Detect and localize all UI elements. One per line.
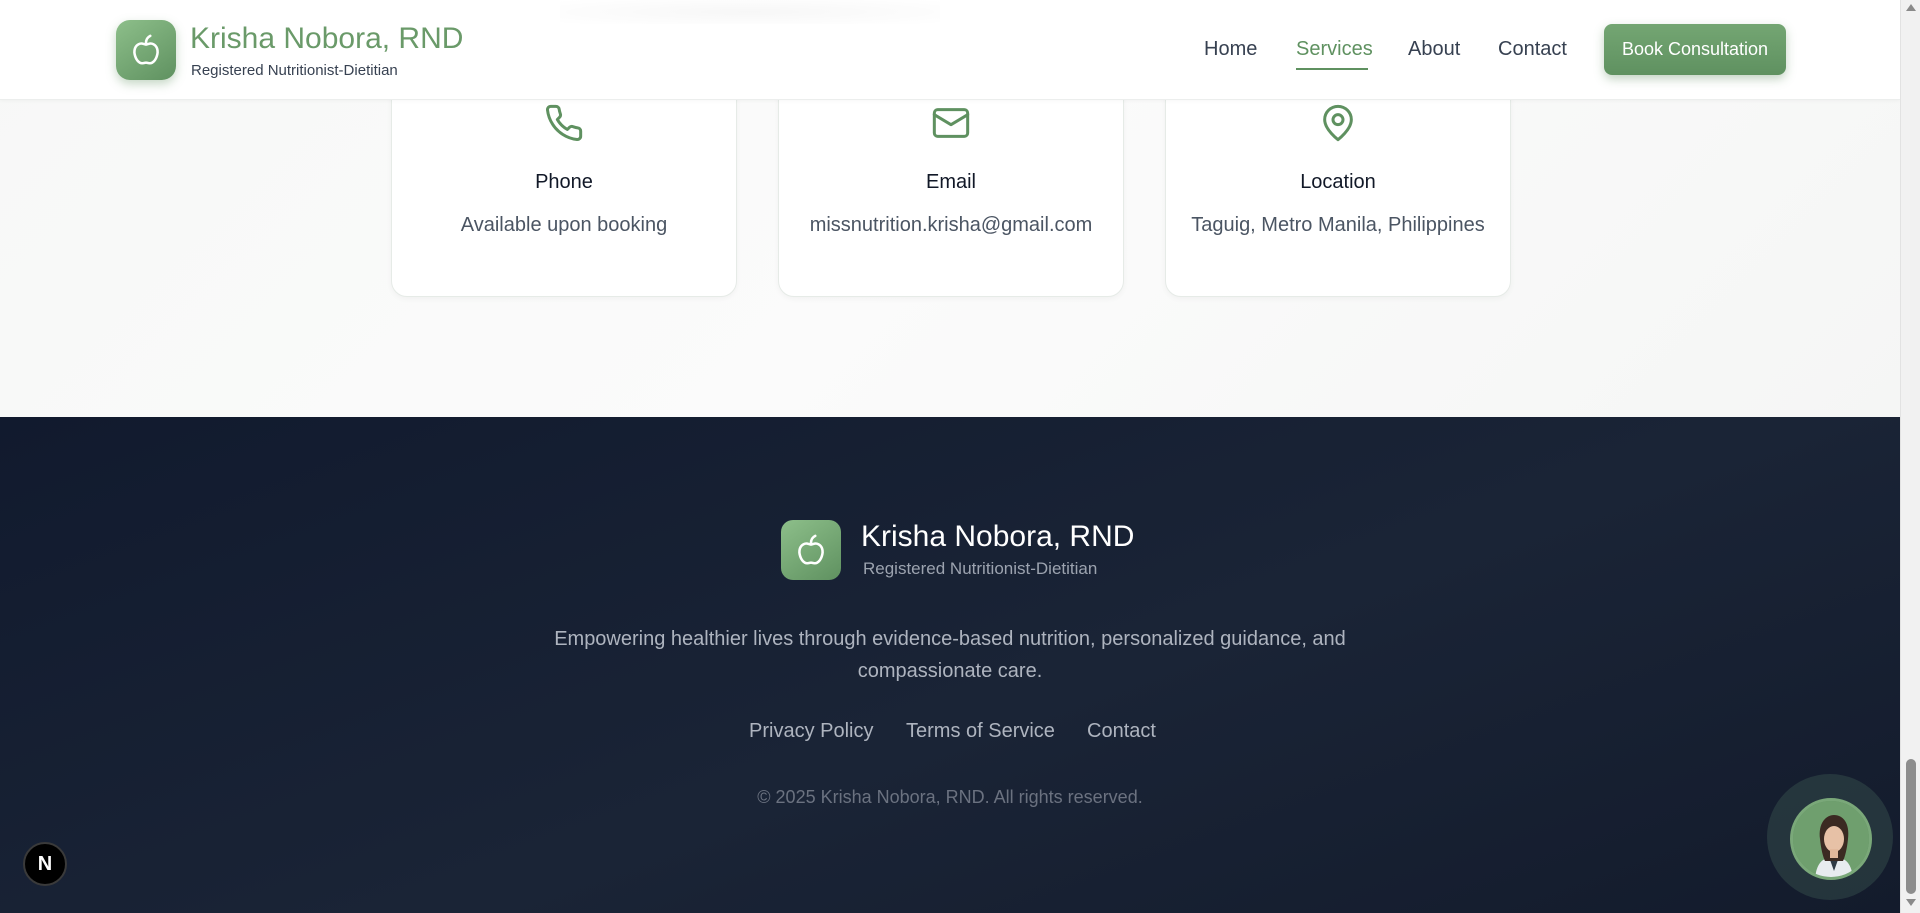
card-title: Location <box>1300 171 1376 193</box>
scroll-up-arrow-icon[interactable] <box>1906 4 1916 11</box>
nav-home[interactable]: Home <box>1204 38 1257 61</box>
nav-contact[interactable]: Contact <box>1498 38 1567 61</box>
card-value: Taguig, Metro Manila, Philippines <box>1191 214 1485 236</box>
nav-services[interactable]: Services <box>1296 38 1373 61</box>
scrollbar-thumb[interactable] <box>1906 759 1916 894</box>
card-value[interactable]: missnutrition.krisha@gmail.com <box>803 210 1099 240</box>
footer-brand-name: Krisha Nobora, RND <box>861 520 1135 553</box>
brand-subtitle: Registered Nutritionist-Dietitian <box>191 62 398 79</box>
site-footer: Krisha Nobora, RND Registered Nutritioni… <box>0 417 1900 913</box>
mail-icon <box>779 103 1123 143</box>
chat-assistant-avatar[interactable] <box>1790 798 1872 880</box>
card-title: Phone <box>535 171 593 193</box>
apple-logo-icon <box>781 520 841 580</box>
footer-link-terms[interactable]: Terms of Service <box>906 720 1055 743</box>
footer-link-privacy[interactable]: Privacy Policy <box>749 720 873 743</box>
footer-tagline: Empowering healthier lives through evide… <box>554 628 1346 682</box>
phone-icon <box>392 103 736 143</box>
apple-logo-icon[interactable] <box>116 20 176 80</box>
book-consultation-button[interactable]: Book Consultation <box>1604 24 1786 75</box>
brand-name[interactable]: Krisha Nobora, RND <box>190 22 463 56</box>
scroll-down-arrow-icon[interactable] <box>1906 899 1916 906</box>
footer-link-contact[interactable]: Contact <box>1087 720 1156 743</box>
page-viewport: Phone Available upon booking Email missn… <box>0 0 1900 913</box>
nav-active-indicator <box>1296 68 1368 70</box>
site-header: Krisha Nobora, RND Registered Nutritioni… <box>0 0 1900 100</box>
footer-copyright: © 2025 Krisha Nobora, RND. All rights re… <box>757 787 1143 807</box>
header-decoration <box>560 0 940 24</box>
location-pin-icon <box>1166 103 1510 143</box>
nav-about[interactable]: About <box>1408 38 1460 61</box>
card-value: Available upon booking <box>460 214 668 236</box>
card-title: Email <box>925 171 976 193</box>
page-scrollbar[interactable] <box>1900 0 1920 913</box>
footer-brand-subtitle: Registered Nutritionist-Dietitian <box>863 559 1098 578</box>
nextjs-dev-indicator[interactable]: N <box>23 842 67 886</box>
